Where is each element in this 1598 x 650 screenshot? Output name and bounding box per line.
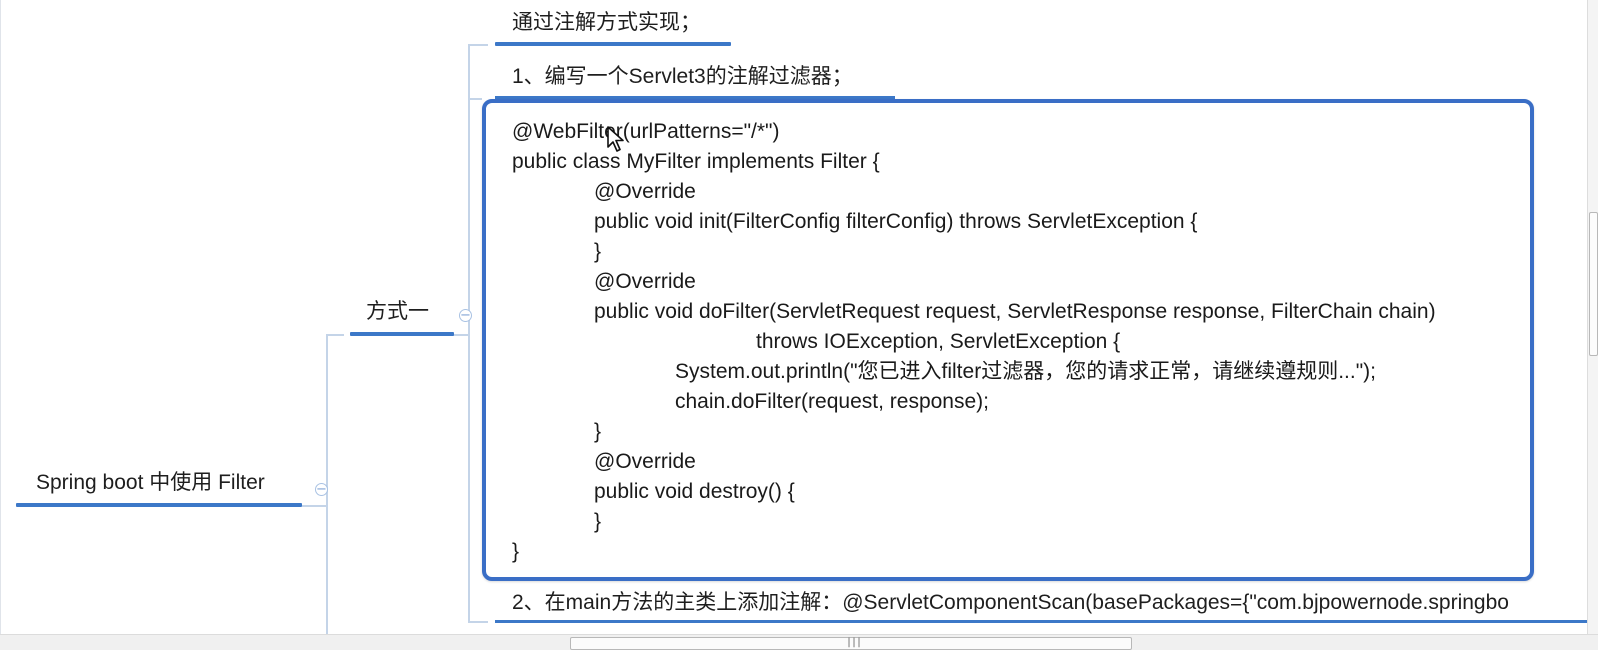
connector-method-to-children xyxy=(468,44,470,622)
connector-branch-title xyxy=(468,44,488,46)
connector-step2 xyxy=(468,621,488,623)
code-line: public void destroy() { xyxy=(594,480,795,503)
branch-title-label: 通过注解方式实现； xyxy=(512,11,701,34)
mindmap-canvas[interactable]: Spring boot 中使用 Filter − 方式一 − 通过注解方式实现；… xyxy=(0,0,1598,650)
code-line: System.out.println("您已进入filter过滤器，您的请求正常… xyxy=(675,360,1376,383)
step1-topic[interactable]: 1、编写一个Servlet3的注解过滤器； xyxy=(512,63,853,91)
code-line: chain.doFilter(request, response); xyxy=(675,390,989,413)
method-collapse-icon[interactable]: − xyxy=(459,309,472,322)
code-line: @Override xyxy=(594,270,696,293)
root-topic-label: Spring boot 中使用 Filter xyxy=(36,471,265,494)
method-topic-underline xyxy=(350,332,454,336)
code-line: @Override xyxy=(594,450,696,473)
step1-label: 1、编写一个Servlet3的注解过滤器； xyxy=(512,65,853,88)
mouse-pointer-icon xyxy=(607,126,624,152)
code-line: } xyxy=(594,510,602,533)
root-topic-underline xyxy=(16,503,302,507)
code-line: @WebFilter(urlPatterns="/*") xyxy=(512,120,780,143)
step2-underline xyxy=(495,620,1587,623)
branch-title-underline xyxy=(495,42,731,46)
code-line: @Override xyxy=(594,180,696,203)
code-line: } xyxy=(594,420,602,443)
code-line: throws IOException, ServletException { xyxy=(756,330,1121,353)
code-line: public void doFilter(ServletRequest requ… xyxy=(594,300,1436,323)
connector-step1 xyxy=(468,98,482,100)
code-line: public class MyFilter implements Filter … xyxy=(512,150,880,173)
connector-method-stub xyxy=(326,334,344,336)
root-collapse-icon[interactable]: − xyxy=(315,483,328,496)
code-line: } xyxy=(512,540,520,563)
step2-label: 2、在main方法的主类上添加注解：@ServletComponentScan(… xyxy=(512,591,1509,614)
connector-root-stub xyxy=(302,505,328,507)
code-line: } xyxy=(594,240,602,263)
method-topic[interactable]: 方式一 xyxy=(366,298,429,326)
scrollbar-grip-icon: ||| xyxy=(846,637,862,648)
canvas-left-edge xyxy=(0,0,1,650)
vertical-scrollbar-thumb[interactable] xyxy=(1589,212,1598,356)
root-topic[interactable]: Spring boot 中使用 Filter xyxy=(36,469,265,497)
code-line: public void init(FilterConfig filterConf… xyxy=(594,210,1198,233)
step2-topic[interactable]: 2、在main方法的主类上添加注解：@ServletComponentScan(… xyxy=(512,589,1509,617)
method-topic-label: 方式一 xyxy=(366,300,429,323)
branch-title-topic[interactable]: 通过注解方式实现； xyxy=(512,9,701,37)
